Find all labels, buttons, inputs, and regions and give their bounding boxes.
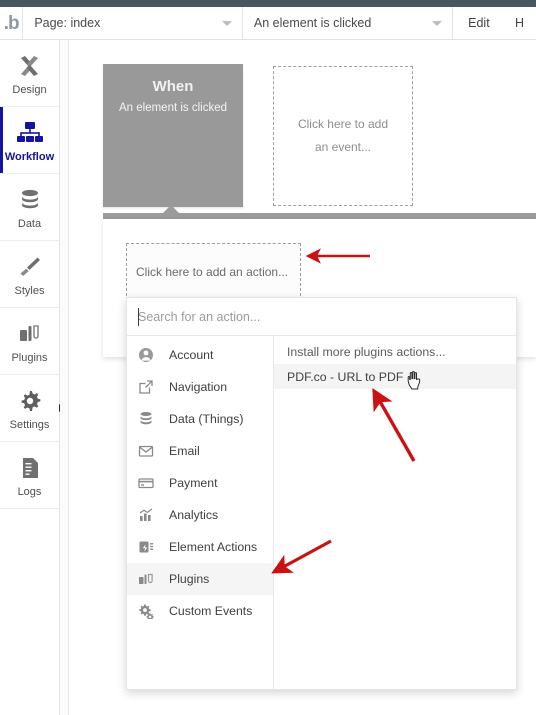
dropdown-body: Account Navigation Data (Things) Email P… (127, 336, 516, 690)
sidebar-item-label: Plugins (11, 351, 48, 364)
user-circle-icon (138, 346, 162, 364)
chart-bars-icon (138, 506, 162, 524)
event-select[interactable]: An element is clicked (243, 7, 453, 39)
gear-icon (17, 386, 43, 416)
sidebar-item-data[interactable]: Data (0, 174, 59, 241)
bubble-logo[interactable]: .b (0, 7, 24, 39)
action-category-list: Account Navigation Data (Things) Email P… (127, 336, 274, 690)
sidebar-item-logs[interactable]: Logs (0, 442, 59, 509)
sidebar-item-label: Workflow (4, 150, 55, 163)
external-link-icon (138, 378, 162, 396)
pointing-hand-cursor (406, 365, 424, 390)
page-select[interactable]: Page: index (23, 7, 243, 39)
left-sidebar: Design Workflow Data Styles Plugins Sett… (0, 40, 65, 715)
category-label: Custom Events (169, 604, 253, 618)
action-label: PDF.co - URL to PDF (287, 369, 404, 384)
category-item-plugins[interactable]: Plugins (127, 563, 273, 595)
category-item-navigation[interactable]: Navigation (127, 371, 273, 403)
category-item-data-things[interactable]: Data (Things) (127, 403, 273, 435)
category-label: Plugins (169, 572, 210, 586)
event-select-label: An element is clicked (253, 16, 372, 30)
sidebar-item-label: Logs (17, 485, 42, 498)
category-item-analytics[interactable]: Analytics (127, 499, 273, 531)
database-icon (138, 410, 162, 428)
when-event-card[interactable]: When An element is clicked (103, 64, 243, 207)
workflow-canvas: When An element is clicked Click here to… (70, 40, 536, 715)
chevron-down-icon (221, 21, 232, 26)
top-toolbar: .b Page: index An element is clicked Edi… (0, 7, 536, 40)
element-action-icon (138, 538, 162, 556)
category-item-element-actions[interactable]: Element Actions (127, 531, 273, 563)
when-card-title: When (152, 78, 194, 95)
workflow-icon (16, 118, 44, 148)
bubble-editor-window: .b Page: index An element is clicked Edi… (0, 0, 536, 715)
logs-icon (17, 453, 43, 483)
sidebar-item-label: Data (17, 217, 42, 230)
sidebar-item-label: Settings (9, 418, 50, 431)
database-icon (17, 185, 43, 215)
action-result-list: Install more plugins actions... PDF.co -… (274, 336, 516, 690)
action-picker-dropdown: Account Navigation Data (Things) (126, 297, 517, 690)
edit-button[interactable]: Edit (453, 7, 505, 39)
category-label: Element Actions (169, 540, 258, 554)
text-caret (138, 308, 139, 326)
category-label: Analytics (169, 508, 219, 522)
category-item-payment[interactable]: Payment (127, 467, 273, 499)
add-action-slot-label: Click here to add an action... (136, 265, 289, 279)
sidebar-item-styles[interactable]: Styles (0, 241, 59, 308)
sidebar-item-label: Styles (14, 284, 45, 297)
gears-icon (138, 602, 162, 620)
add-event-slot-label: Click here to add an event... (297, 117, 389, 154)
category-item-account[interactable]: Account (127, 339, 273, 371)
chevron-down-icon (431, 21, 442, 26)
category-item-email[interactable]: Email (127, 435, 273, 467)
plugins-icon (138, 570, 162, 588)
bubble-logo-glyph: .b (3, 12, 20, 34)
brush-icon (17, 252, 43, 282)
search-input[interactable] (138, 309, 516, 324)
category-item-custom-events[interactable]: Custom Events (127, 595, 273, 627)
category-label: Data (Things) (169, 412, 244, 426)
sidebar-item-plugins[interactable]: Plugins (0, 308, 59, 375)
action-label: Install more plugins actions... (287, 344, 446, 359)
sidebar-rail (60, 40, 69, 715)
category-label: Email (169, 444, 200, 458)
when-card-subtitle: An element is clicked (118, 102, 228, 114)
category-label: Account (169, 348, 214, 362)
add-event-slot[interactable]: Click here to add an event... (273, 66, 413, 206)
category-label: Payment (169, 476, 218, 490)
page-select-label: Page: index (34, 16, 101, 30)
sidebar-item-settings[interactable]: Settings (0, 375, 65, 442)
plugins-icon (17, 319, 43, 349)
action-item-pdfco-url-to-pdf[interactable]: PDF.co - URL to PDF (274, 364, 516, 389)
action-item-install-more-plugins[interactable]: Install more plugins actions... (274, 339, 516, 364)
sidebar-item-workflow[interactable]: Workflow (0, 107, 59, 174)
sidebar-item-design[interactable]: Design (0, 40, 59, 107)
sidebar-item-label: Design (12, 83, 47, 96)
action-search-row[interactable] (127, 298, 516, 336)
category-label: Navigation (169, 380, 228, 394)
design-icon (17, 51, 43, 81)
clipped-menu-button[interactable]: H (505, 7, 536, 39)
credit-card-icon (138, 474, 162, 492)
envelope-icon (138, 442, 162, 460)
add-action-slot[interactable]: Click here to add an action... (126, 243, 301, 301)
window-top-strip (0, 0, 536, 7)
